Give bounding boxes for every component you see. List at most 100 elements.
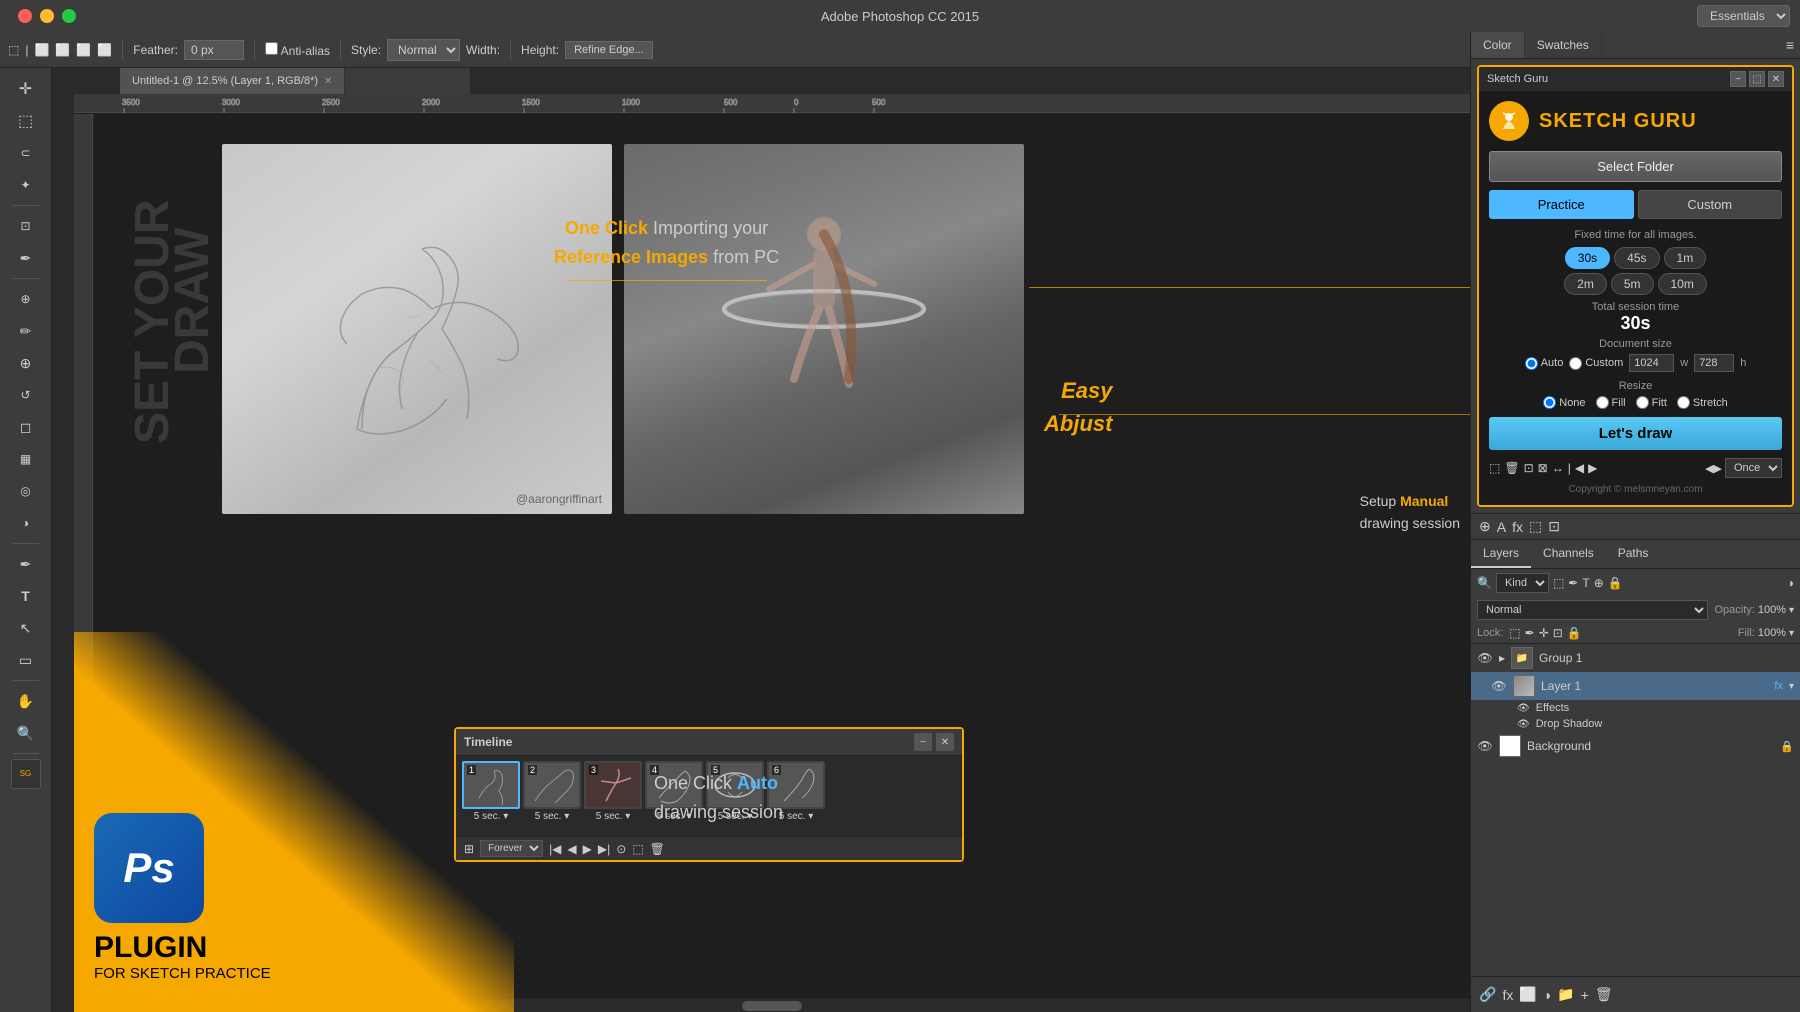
- copy-frame-icon[interactable]: ⬚: [632, 842, 643, 856]
- kind-selector[interactable]: Kind: [1496, 573, 1549, 593]
- filter-icon-3[interactable]: T: [1582, 576, 1589, 590]
- color-tab[interactable]: Color: [1471, 32, 1525, 58]
- custom-button[interactable]: Custom: [1638, 190, 1783, 219]
- clone-stamp-tool[interactable]: ⊕: [11, 348, 41, 378]
- sketch-guru-side-icon[interactable]: SG: [11, 759, 41, 789]
- width-input[interactable]: [1629, 354, 1674, 372]
- layer1-visibility-icon[interactable]: 👁: [1491, 679, 1507, 693]
- refine-edge-button[interactable]: Refine Edge...: [565, 41, 653, 59]
- playback-icon6[interactable]: |: [1568, 461, 1571, 475]
- panel-tool-4[interactable]: ⬚: [1529, 518, 1542, 535]
- minimize-button[interactable]: [40, 9, 54, 23]
- lock-paint-icon[interactable]: ✒: [1525, 626, 1535, 640]
- link-layers-icon[interactable]: 🔗: [1479, 986, 1496, 1003]
- lock-transparency-icon[interactable]: ⬚: [1509, 626, 1520, 640]
- filter-icon-4[interactable]: ⊕: [1594, 576, 1604, 590]
- blur-tool[interactable]: ◎: [11, 476, 41, 506]
- adjustment-layer-icon[interactable]: ◑: [1543, 987, 1551, 1003]
- fitt-resize-radio[interactable]: [1636, 396, 1649, 409]
- panel-tool-5[interactable]: ⊡: [1548, 518, 1560, 535]
- delete-layer-icon[interactable]: 🗑: [1595, 986, 1613, 1003]
- path-select-tool[interactable]: ↖: [11, 613, 41, 643]
- new-layer-icon[interactable]: +: [1581, 987, 1589, 1003]
- effects-visibility-icon[interactable]: 👁: [1517, 703, 1530, 714]
- filter-icon-1[interactable]: ⬚: [1553, 576, 1564, 590]
- add-mask-icon[interactable]: ⬜: [1519, 986, 1536, 1003]
- bg-visibility-icon[interactable]: 👁: [1477, 739, 1493, 753]
- antialias-checkbox[interactable]: [265, 42, 278, 55]
- select-folder-button[interactable]: Select Folder: [1489, 151, 1782, 182]
- playback-icon7[interactable]: ◀: [1575, 461, 1584, 475]
- panel-tool-2[interactable]: A: [1497, 519, 1506, 535]
- panel-icon-1[interactable]: ≡: [1786, 37, 1794, 53]
- marquee-tool[interactable]: ⬚: [11, 106, 41, 136]
- lasso-tool[interactable]: ⊂: [11, 138, 41, 168]
- drop-shadow-visibility-icon[interactable]: 👁: [1517, 719, 1530, 730]
- tween-icon[interactable]: ⊙: [616, 842, 626, 856]
- brush-tool[interactable]: ✏: [11, 316, 41, 346]
- dodge-tool[interactable]: ◑: [11, 508, 41, 538]
- timeline-close-btn[interactable]: ✕: [936, 733, 954, 751]
- timeline-frame-3[interactable]: 3 5 sec. ▾: [584, 761, 642, 822]
- playback-icon3[interactable]: ⊡: [1524, 461, 1534, 475]
- practice-button[interactable]: Practice: [1489, 190, 1634, 219]
- move-tool[interactable]: ✛: [11, 74, 41, 104]
- fill-chevron[interactable]: ▾: [1789, 628, 1794, 639]
- layers-tab[interactable]: Layers: [1471, 540, 1531, 568]
- height-input[interactable]: [1694, 354, 1734, 372]
- group-layers-icon[interactable]: 📁: [1557, 986, 1574, 1003]
- playback-icon1[interactable]: ⬚: [1489, 461, 1500, 475]
- playback-icon5[interactable]: ↔: [1552, 461, 1564, 475]
- fill-resize-radio[interactable]: [1596, 396, 1609, 409]
- time-btn-2m[interactable]: 2m: [1564, 273, 1607, 295]
- close-button[interactable]: [18, 9, 32, 23]
- blend-mode-select[interactable]: Normal: [1477, 600, 1708, 620]
- crop-tool[interactable]: ⊡: [11, 211, 41, 241]
- time-btn-30s[interactable]: 30s: [1565, 247, 1610, 269]
- layer-style-icon[interactable]: fx: [1502, 987, 1513, 1003]
- maximize-button[interactable]: [62, 9, 76, 23]
- lock-all-icon[interactable]: 🔒: [1567, 626, 1582, 640]
- custom-radio[interactable]: [1569, 357, 1582, 370]
- group-expand-icon[interactable]: ▸: [1499, 651, 1505, 665]
- auto-radio[interactable]: [1525, 357, 1538, 370]
- zoom-tool[interactable]: 🔍: [11, 718, 41, 748]
- text-tool[interactable]: T: [11, 581, 41, 611]
- style-select[interactable]: Normal: [387, 39, 460, 61]
- layer1-expand-icon[interactable]: ▾: [1789, 681, 1794, 692]
- time-btn-45s[interactable]: 45s: [1614, 247, 1659, 269]
- hand-tool[interactable]: ✋: [11, 686, 41, 716]
- gradient-tool[interactable]: ▦: [11, 444, 41, 474]
- plugin-expand-btn[interactable]: ⬚: [1749, 71, 1765, 87]
- playback-icon8[interactable]: ▶: [1588, 461, 1597, 475]
- magic-wand-tool[interactable]: ✦: [11, 170, 41, 200]
- timeline-collapse-btn[interactable]: −: [914, 733, 932, 751]
- time-btn-10m[interactable]: 10m: [1658, 273, 1707, 295]
- workspace-selector[interactable]: Essentials: [1697, 5, 1790, 27]
- filter-icon-5[interactable]: 🔒: [1608, 576, 1623, 590]
- eyedropper-tool[interactable]: ✒: [11, 243, 41, 273]
- opacity-value[interactable]: 100%: [1758, 604, 1786, 616]
- timeline-frame-1[interactable]: 1 5 sec. ▾: [462, 761, 520, 822]
- play-pause-icon[interactable]: ▶: [583, 842, 592, 856]
- opacity-chevron[interactable]: ▾: [1789, 605, 1794, 616]
- layer1-item[interactable]: 👁 Layer 1 fx ▾: [1471, 672, 1800, 700]
- prev-frame-icon[interactable]: ◀: [567, 842, 576, 856]
- shape-tool[interactable]: ▭: [11, 645, 41, 675]
- background-layer-item[interactable]: 👁 Background 🔒: [1471, 732, 1800, 760]
- fill-value[interactable]: 100%: [1758, 627, 1786, 639]
- none-resize-radio[interactable]: [1543, 396, 1556, 409]
- paths-tab[interactable]: Paths: [1606, 540, 1661, 568]
- filter-icon-2[interactable]: ✒: [1568, 576, 1578, 590]
- group-visibility-icon[interactable]: 👁: [1477, 651, 1493, 665]
- tab-close-icon[interactable]: ✕: [324, 76, 332, 87]
- playback-icon2[interactable]: 🗑: [1504, 461, 1519, 475]
- loop-selector[interactable]: Forever: [480, 840, 543, 857]
- pen-tool[interactable]: ✒: [11, 549, 41, 579]
- play-start-icon[interactable]: |◀: [549, 842, 561, 856]
- stretch-resize-radio[interactable]: [1677, 396, 1690, 409]
- time-btn-1m[interactable]: 1m: [1664, 247, 1707, 269]
- layer-group-item[interactable]: 👁 ▸ 📁 Group 1: [1471, 644, 1800, 672]
- eraser-tool[interactable]: ◻: [11, 412, 41, 442]
- plugin-minimize-btn[interactable]: −: [1730, 71, 1746, 87]
